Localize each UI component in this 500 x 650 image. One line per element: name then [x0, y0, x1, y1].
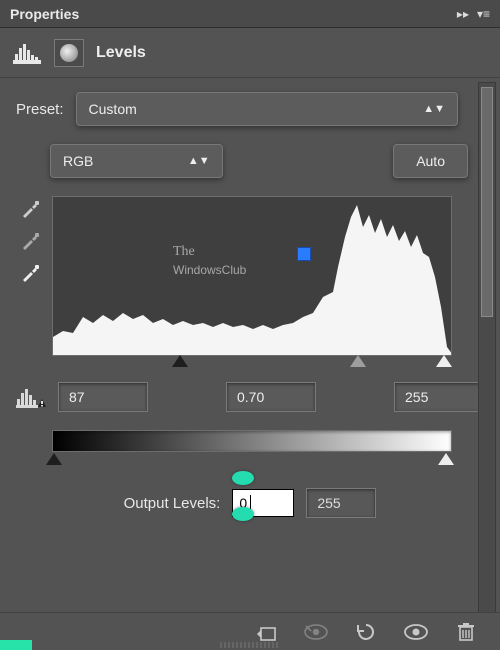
visibility-icon[interactable] — [404, 621, 428, 643]
preset-select[interactable]: Custom ▲▼ — [76, 92, 458, 126]
output-highlight-handle[interactable] — [438, 453, 454, 465]
channel-select[interactable]: RGB ▲▼ — [50, 144, 223, 178]
resize-grip[interactable] — [220, 642, 280, 648]
panel-footer — [0, 612, 500, 650]
chevron-down-icon: ▲▼ — [188, 155, 210, 167]
properties-panel: Properties ▸▸ ▾≡ Levels Preset: — [0, 0, 500, 650]
panel-header-controls: ▸▸ ▾≡ — [457, 7, 490, 21]
adjustment-title: Levels — [96, 44, 146, 62]
white-point-eyedropper-icon[interactable] — [19, 262, 41, 284]
clip-to-layer-icon[interactable] — [254, 621, 278, 643]
output-slider-track[interactable] — [52, 452, 452, 470]
eyedroppers — [16, 196, 44, 356]
levels-warning-icon[interactable] — [16, 385, 48, 409]
preset-label: Preset: — [16, 101, 64, 118]
output-shadow-handle[interactable] — [46, 453, 62, 465]
adjustment-header: Levels — [0, 28, 500, 78]
channel-value: RGB — [63, 153, 93, 169]
black-point-eyedropper-icon[interactable] — [19, 198, 41, 220]
histogram[interactable]: The WindowsClub — [52, 196, 452, 356]
output-levels-label: Output Levels: — [124, 495, 221, 512]
output-low-input[interactable]: 0 — [232, 489, 294, 517]
panel-content: Preset: Custom ▲▼ RGB ▲▼ Auto — [0, 78, 500, 618]
reset-icon[interactable] — [354, 621, 378, 643]
watermark-square — [297, 247, 311, 261]
trash-icon[interactable] — [454, 621, 478, 643]
auto-button-label: Auto — [416, 153, 445, 169]
midtone-input[interactable]: 0.70 — [226, 382, 316, 412]
scrollbar[interactable] — [478, 82, 496, 614]
scrollbar-thumb[interactable] — [481, 87, 493, 317]
midtone-slider-handle[interactable] — [350, 355, 366, 367]
panel-menu-icon[interactable]: ▾≡ — [477, 7, 490, 21]
mask-icon[interactable] — [54, 39, 84, 67]
panel-header: Properties ▸▸ ▾≡ — [0, 0, 500, 28]
gray-point-eyedropper-icon[interactable] — [19, 230, 41, 252]
shadow-input[interactable]: 87 — [58, 382, 148, 412]
output-gradient — [52, 430, 452, 452]
histogram-row: The WindowsClub — [16, 196, 484, 356]
auto-button[interactable]: Auto — [393, 144, 468, 178]
input-slider-track[interactable] — [52, 354, 452, 372]
highlight-slider-handle[interactable] — [436, 355, 452, 367]
output-levels-row: Output Levels: 0 255 — [16, 488, 484, 518]
highlight-input[interactable]: 255 — [394, 382, 484, 412]
shadow-slider-handle[interactable] — [172, 355, 188, 367]
channel-row: RGB ▲▼ Auto — [50, 144, 468, 178]
levels-icon — [12, 39, 42, 67]
input-levels-row: 87 0.70 255 — [16, 382, 484, 412]
view-previous-icon[interactable] — [304, 621, 328, 643]
preset-value: Custom — [89, 101, 137, 117]
watermark-text: The WindowsClub — [173, 243, 246, 279]
output-high-input[interactable]: 255 — [306, 488, 376, 518]
corner-accent — [0, 640, 32, 650]
panel-title: Properties — [10, 6, 457, 22]
collapse-icon[interactable]: ▸▸ — [457, 7, 469, 21]
preset-row: Preset: Custom ▲▼ — [16, 92, 458, 126]
chevron-down-icon: ▲▼ — [423, 103, 445, 115]
